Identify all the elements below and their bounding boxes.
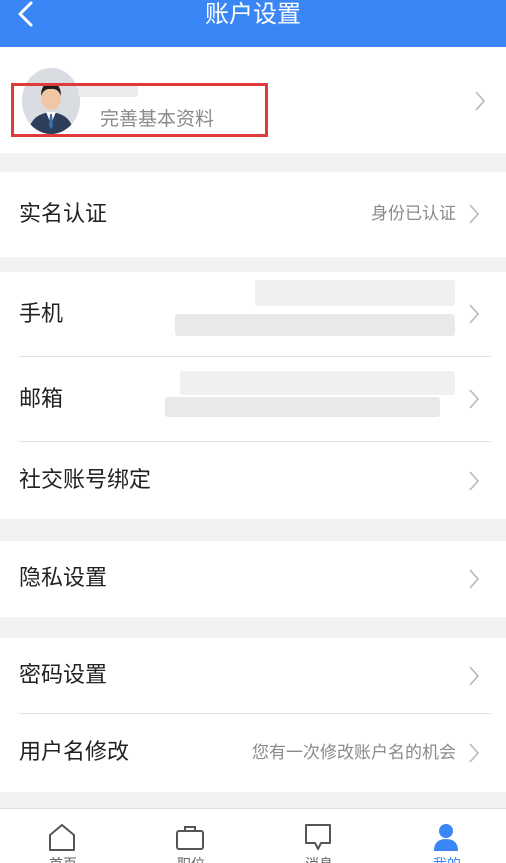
tab-messages[interactable]: 消息 xyxy=(256,809,382,863)
social-binding-row[interactable]: 社交账号绑定 xyxy=(0,442,506,519)
phone-row[interactable]: 手机 xyxy=(0,272,506,357)
message-icon xyxy=(305,824,331,850)
username-label: 用户名修改 xyxy=(19,740,130,765)
home-icon xyxy=(49,824,75,851)
realname-status: 身份已认证 xyxy=(371,204,456,224)
social-binding-label: 社交账号绑定 xyxy=(19,468,152,493)
tab-label: 首页 xyxy=(0,854,126,863)
chevron-right-icon xyxy=(469,569,480,589)
tab-label: 职位 xyxy=(128,854,254,863)
blurred-phone xyxy=(175,314,455,336)
tab-jobs[interactable]: 职位 xyxy=(128,809,254,863)
tab-home[interactable]: 首页 xyxy=(0,809,126,863)
page-title: 账户设置 xyxy=(205,0,301,28)
tab-mine[interactable]: 我的 xyxy=(384,809,506,863)
username-hint: 您有一次修改账户名的机会 xyxy=(252,743,456,763)
blurred-email xyxy=(165,397,440,417)
chevron-right-icon xyxy=(469,666,480,686)
user-icon xyxy=(434,824,458,851)
username-row[interactable]: 用户名修改 您有一次修改账户名的机会 xyxy=(0,714,506,792)
privacy-row[interactable]: 隐私设置 xyxy=(0,541,506,617)
blurred-phone xyxy=(255,280,455,306)
privacy-label: 隐私设置 xyxy=(19,566,108,591)
chevron-right-icon xyxy=(469,204,480,224)
chevron-right-icon xyxy=(475,91,486,111)
password-row[interactable]: 密码设置 xyxy=(0,638,506,714)
tab-label: 消息 xyxy=(256,854,382,863)
chevron-right-icon xyxy=(469,304,480,324)
email-label: 邮箱 xyxy=(19,387,64,412)
chevron-right-icon xyxy=(469,471,480,491)
briefcase-icon xyxy=(176,826,204,850)
blurred-email xyxy=(180,371,455,395)
phone-label: 手机 xyxy=(19,302,64,327)
tab-label: 我的 xyxy=(384,854,506,863)
bottom-tab-bar: 首页 职位 消息 我的 xyxy=(0,808,506,863)
email-row[interactable]: 邮箱 xyxy=(0,357,506,442)
password-label: 密码设置 xyxy=(19,663,108,688)
chevron-right-icon xyxy=(469,389,480,409)
highlight-box xyxy=(11,83,268,137)
realname-label: 实名认证 xyxy=(19,202,108,227)
realname-row[interactable]: 实名认证 身份已认证 xyxy=(0,172,506,257)
chevron-right-icon xyxy=(469,743,480,763)
app-header: 账户设置 xyxy=(0,0,506,47)
